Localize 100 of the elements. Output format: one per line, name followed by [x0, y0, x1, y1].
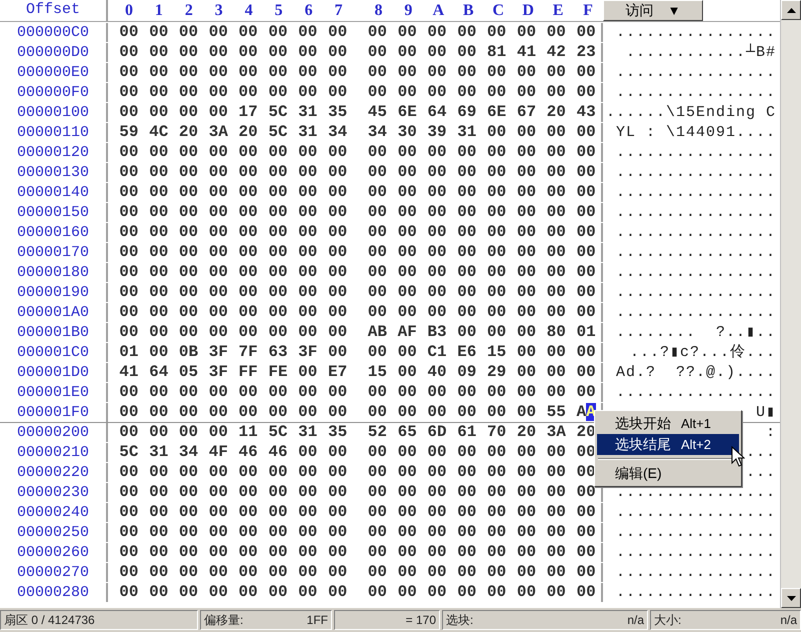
hex-byte: 00: [457, 164, 476, 181]
menu-item[interactable]: 选块开始 Alt+1: [597, 413, 739, 434]
hex-byte: 00: [487, 224, 506, 241]
offset-header: Offset: [26, 0, 80, 20]
hex-byte: 00: [516, 444, 536, 461]
hex-byte: 00: [546, 564, 566, 581]
hex-byte: 00: [457, 584, 476, 601]
hex-byte: 00: [487, 124, 506, 141]
hex-byte: 00: [398, 264, 417, 281]
access-button[interactable]: 访问 ▼: [603, 0, 703, 21]
hex-byte: 00: [149, 84, 168, 101]
hex-byte: 00: [149, 264, 168, 281]
hex-byte: 00: [368, 244, 387, 261]
hex-byte: 00: [398, 404, 417, 421]
hex-byte: 00: [119, 44, 138, 61]
hex-byte: 00: [178, 304, 198, 321]
offset-cell: 00000110: [16, 124, 89, 141]
hex-byte: 00: [457, 204, 476, 221]
hex-byte: 00: [178, 204, 198, 221]
hex-byte: 00: [368, 204, 387, 221]
hex-byte: 00: [368, 464, 387, 481]
menu-item[interactable]: 选块结尾 Alt+2: [597, 434, 739, 455]
hex-byte: AB: [368, 324, 387, 341]
hex-byte: 00: [149, 424, 168, 441]
hex-byte: 00: [457, 224, 476, 241]
hex-byte: 00: [546, 224, 566, 241]
column-header: 9: [404, 0, 412, 20]
hex-byte: 00: [398, 84, 417, 101]
hex-byte: 00: [238, 504, 258, 521]
hex-byte: 15: [487, 344, 506, 361]
hex-byte: 00: [457, 264, 476, 281]
hex-byte: 00: [368, 404, 387, 421]
hex-byte: 00: [457, 44, 476, 61]
hex-byte: AF: [398, 324, 417, 341]
hex-byte: 00: [178, 24, 198, 41]
hex-byte: 00: [398, 24, 417, 41]
hex-byte: 4F: [208, 444, 228, 461]
hex-byte: 00: [328, 564, 348, 581]
hex-byte: 00: [487, 404, 506, 421]
hex-byte: 00: [178, 524, 198, 541]
hex-byte: 00: [119, 524, 138, 541]
hex-byte: 01: [119, 344, 138, 361]
hex-byte: 00: [119, 584, 138, 601]
menu-item[interactable]: 编辑(E): [597, 463, 739, 484]
column-header: 2: [184, 0, 193, 20]
scroll-up-button[interactable]: [781, 0, 801, 20]
hex-byte: FF: [238, 364, 258, 381]
scroll-down-button[interactable]: [781, 588, 801, 608]
hex-byte: 00: [576, 524, 596, 541]
text-cell: ................: [616, 204, 776, 221]
hex-byte: 00: [149, 584, 168, 601]
hex-byte: 00: [427, 24, 447, 41]
scrollbar[interactable]: [780, 0, 801, 608]
hex-byte: 00: [398, 484, 417, 501]
hex-byte: 34: [368, 124, 387, 141]
hex-byte: 20: [238, 124, 258, 141]
column-header: 7: [334, 0, 343, 20]
hex-byte: 00: [546, 524, 566, 541]
hex-byte: 6E: [487, 104, 506, 121]
hex-byte: 00: [238, 144, 258, 161]
hex-byte: 00: [238, 484, 258, 501]
hex-byte: 00: [328, 384, 348, 401]
hex-byte: 43: [576, 104, 596, 121]
hex-byte: 00: [487, 444, 506, 461]
hex-byte: 00: [546, 584, 566, 601]
column-header: A: [432, 0, 444, 20]
hex-byte: 00: [487, 464, 506, 481]
hex-byte: 3A: [208, 124, 228, 141]
hex-byte: 5C: [268, 104, 288, 121]
hex-byte: 00: [238, 164, 258, 181]
hex-byte: 00: [238, 84, 258, 101]
hex-byte: 00: [119, 104, 138, 121]
hex-byte: 00: [576, 144, 596, 161]
hex-byte: 00: [268, 304, 288, 321]
offset-cell: 00000160: [16, 224, 89, 241]
hex-byte: 00: [576, 564, 596, 581]
hex-byte: 00: [178, 64, 198, 81]
hex-byte: 00: [149, 164, 168, 181]
hex-byte: 5C: [268, 124, 288, 141]
hex-byte: 00: [398, 144, 417, 161]
hex-byte: 00: [178, 184, 198, 201]
hex-byte: 00: [178, 44, 198, 61]
hex-byte: 00: [149, 104, 168, 121]
hex-byte: 00: [546, 204, 566, 221]
hex-byte: 00: [149, 384, 168, 401]
hex-byte: 00: [516, 264, 536, 281]
hex-byte: 00: [119, 64, 138, 81]
hex-byte: 00: [487, 264, 506, 281]
hex-byte: 00: [149, 304, 168, 321]
hex-byte: 67: [516, 104, 536, 121]
text-cell: YL : \144091....: [616, 124, 776, 141]
hex-byte: 00: [178, 564, 198, 581]
hex-byte: 00: [576, 344, 596, 361]
hex-byte: 00: [398, 304, 417, 321]
hex-byte: 00: [238, 384, 258, 401]
text-cell: ......\15Ending C: [606, 104, 776, 121]
hex-byte: 00: [178, 284, 198, 301]
hex-byte: 00: [238, 264, 258, 281]
offset-cell: 00000180: [16, 264, 89, 281]
hex-byte: 00: [487, 284, 506, 301]
